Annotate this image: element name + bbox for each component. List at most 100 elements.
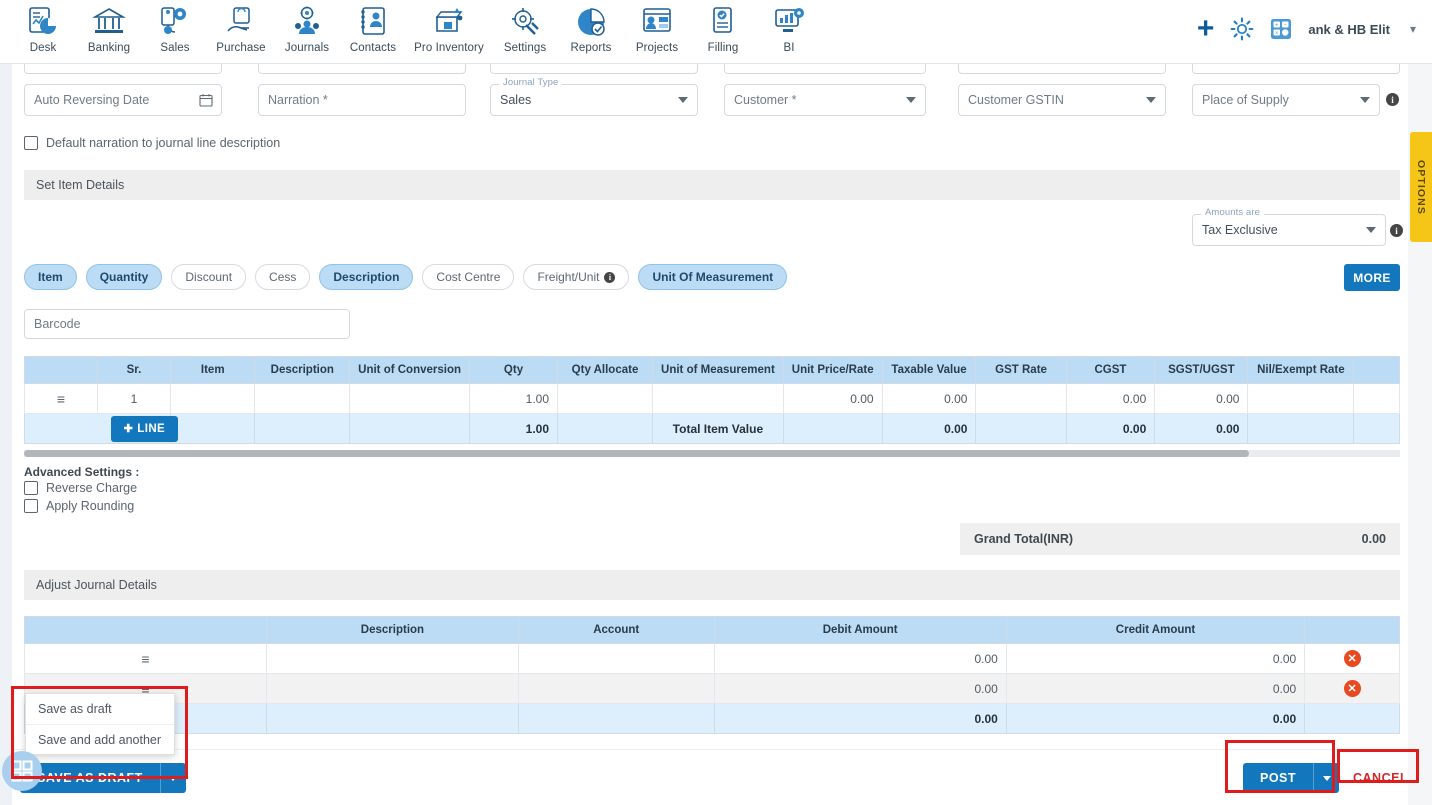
cell-credit[interactable]: 0.00: [1005, 643, 1306, 674]
calendar-icon[interactable]: [199, 93, 213, 107]
reverse-charge-checkbox[interactable]: [24, 481, 38, 495]
chevron-down-icon[interactable]: [1366, 227, 1376, 233]
cell-debit[interactable]: 0.00: [713, 643, 1007, 674]
table-row[interactable]: ≡ 1 1.00 0.00 0.00 0.00 0.00: [24, 383, 1400, 414]
cell-gst-rate[interactable]: [975, 383, 1067, 414]
drag-handle-icon[interactable]: ≡: [141, 651, 149, 667]
chevron-down-icon[interactable]: [906, 97, 916, 103]
chip-unit-of-measurement[interactable]: Unit Of Measurement: [638, 264, 788, 290]
cell-item[interactable]: [170, 383, 256, 414]
reverse-charge-row[interactable]: Reverse Charge: [24, 481, 137, 495]
cell-nil-exempt-rate[interactable]: [1247, 383, 1355, 414]
amounts-are-info-icon[interactable]: i: [1390, 224, 1403, 237]
cell-unit-price[interactable]: 0.00: [782, 383, 883, 414]
chevron-down-icon[interactable]: [1146, 97, 1156, 103]
add-line-button[interactable]: ✚ LINE: [110, 415, 179, 442]
cutoff-field-2[interactable]: [258, 64, 466, 74]
cell-account[interactable]: [517, 673, 715, 704]
nav-item-bi[interactable]: BI: [756, 0, 822, 54]
nav-item-journals[interactable]: Journals: [274, 0, 340, 54]
cell-account[interactable]: [517, 643, 715, 674]
chip-discount[interactable]: Discount: [171, 264, 247, 290]
menu-item-save-as-draft[interactable]: Save as draft: [26, 694, 174, 724]
nav-item-settings[interactable]: Settings: [492, 0, 558, 54]
cell-cgst[interactable]: 0.00: [1065, 383, 1156, 414]
footer-gst-rate: [975, 413, 1067, 444]
save-as-draft-dropdown-toggle[interactable]: [159, 763, 186, 793]
nav-item-sales[interactable]: Sales: [142, 0, 208, 54]
bi-icon: [775, 8, 804, 32]
chip-quantity[interactable]: Quantity: [85, 264, 163, 290]
delete-circle-icon[interactable]: ✕: [1343, 680, 1361, 697]
cutoff-field-5[interactable]: [958, 64, 1166, 74]
post-button[interactable]: POST: [1243, 763, 1314, 793]
cell-unit-of-conversion[interactable]: [349, 383, 471, 414]
cell-description[interactable]: [265, 673, 519, 704]
table-row[interactable]: ≡ 0.00 0.00 ✕: [24, 673, 1400, 704]
customer-select[interactable]: Customer *: [724, 84, 926, 116]
more-button[interactable]: MORE: [1344, 264, 1400, 291]
freight-info-icon[interactable]: i: [604, 271, 616, 283]
chip-description[interactable]: Description: [319, 264, 414, 290]
nav-item-purchase[interactable]: Purchase: [208, 0, 274, 54]
place-of-supply-info-icon[interactable]: i: [1386, 93, 1399, 106]
place-of-supply-select[interactable]: Place of Supply: [1192, 84, 1380, 116]
cell-qty[interactable]: 1.00: [469, 383, 558, 414]
cell-qty-allocate[interactable]: [556, 383, 654, 414]
row-handle[interactable]: ≡: [24, 643, 267, 674]
customer-gstin-select[interactable]: Customer GSTIN: [958, 84, 1166, 116]
chip-item[interactable]: Item: [24, 264, 77, 290]
cutoff-field-4[interactable]: [724, 64, 926, 74]
amounts-are-select[interactable]: Amounts are Tax Exclusive: [1192, 207, 1386, 246]
nav-item-projects[interactable]: Projects: [624, 0, 690, 54]
options-side-tab[interactable]: OPTIONS: [1410, 132, 1432, 242]
delete-circle-icon[interactable]: ✕: [1343, 650, 1361, 667]
chip-freight-per-unit[interactable]: Freight/Unit i: [523, 264, 630, 290]
chevron-down-icon[interactable]: [678, 97, 688, 103]
cutoff-field-3[interactable]: [490, 64, 698, 74]
cancel-button[interactable]: CANCEL: [1343, 764, 1418, 792]
nav-item-desk[interactable]: Desk: [10, 0, 76, 54]
chip-cost-centre[interactable]: Cost Centre: [422, 264, 515, 290]
cell-credit[interactable]: 0.00: [1005, 673, 1306, 704]
org-name[interactable]: ank & HB Elit: [1308, 22, 1390, 37]
apply-rounding-row[interactable]: Apply Rounding: [24, 499, 134, 513]
chip-cess[interactable]: Cess: [255, 264, 311, 290]
item-table-scrollbar-thumb[interactable]: [24, 450, 1249, 457]
chevron-down-icon[interactable]: [1360, 97, 1370, 103]
nav-item-pro-inventory[interactable]: Pro Inventory: [406, 0, 492, 54]
auto-reversing-date-field[interactable]: Auto Reversing Date: [24, 84, 222, 116]
narration-field[interactable]: Narration *: [258, 84, 466, 116]
barcode-input[interactable]: Barcode: [24, 309, 350, 339]
cutoff-field-6[interactable]: [1192, 64, 1400, 74]
cell-sgst-ugst[interactable]: 0.00: [1154, 383, 1249, 414]
journal-type-value: Sales: [500, 93, 532, 107]
cell-debit[interactable]: 0.00: [713, 673, 1007, 704]
nav-item-banking[interactable]: Banking: [76, 0, 142, 54]
journals-icon: [295, 6, 319, 34]
cell-taxable-value[interactable]: 0.00: [881, 383, 977, 414]
default-narration-checkbox[interactable]: [24, 136, 38, 150]
apply-rounding-checkbox[interactable]: [24, 499, 38, 513]
post-dropdown-toggle[interactable]: [1313, 763, 1340, 793]
menu-item-save-and-add-another[interactable]: Save and add another: [26, 724, 174, 754]
gear-icon[interactable]: [1230, 17, 1254, 41]
plus-icon[interactable]: +: [1197, 14, 1215, 44]
jfooter-debit-total: 0.00: [713, 703, 1007, 734]
jcol-debit-amount: Debit Amount: [713, 616, 1007, 644]
nav-item-contacts[interactable]: Contacts: [340, 0, 406, 54]
nav-item-reports[interactable]: Reports: [558, 0, 624, 54]
widget-launcher-button[interactable]: [2, 751, 42, 791]
chevron-down-icon[interactable]: ▾: [1410, 22, 1416, 36]
drag-handle-icon[interactable]: ≡: [57, 391, 65, 407]
table-row[interactable]: ≡ 0.00 0.00 ✕: [24, 643, 1400, 674]
default-narration-checkbox-row[interactable]: Default narration to journal line descri…: [24, 136, 280, 150]
journal-type-select[interactable]: Journal Type Sales: [490, 77, 698, 116]
cell-description[interactable]: [254, 383, 351, 414]
cell-unit-of-measurement[interactable]: [652, 383, 784, 414]
cutoff-field-1[interactable]: [24, 64, 222, 74]
calculator-icon[interactable]: + − ×: [1270, 18, 1292, 40]
nav-item-filling[interactable]: Filling: [690, 0, 756, 54]
cell-description[interactable]: [265, 643, 519, 674]
row-handle[interactable]: ≡: [24, 383, 98, 414]
